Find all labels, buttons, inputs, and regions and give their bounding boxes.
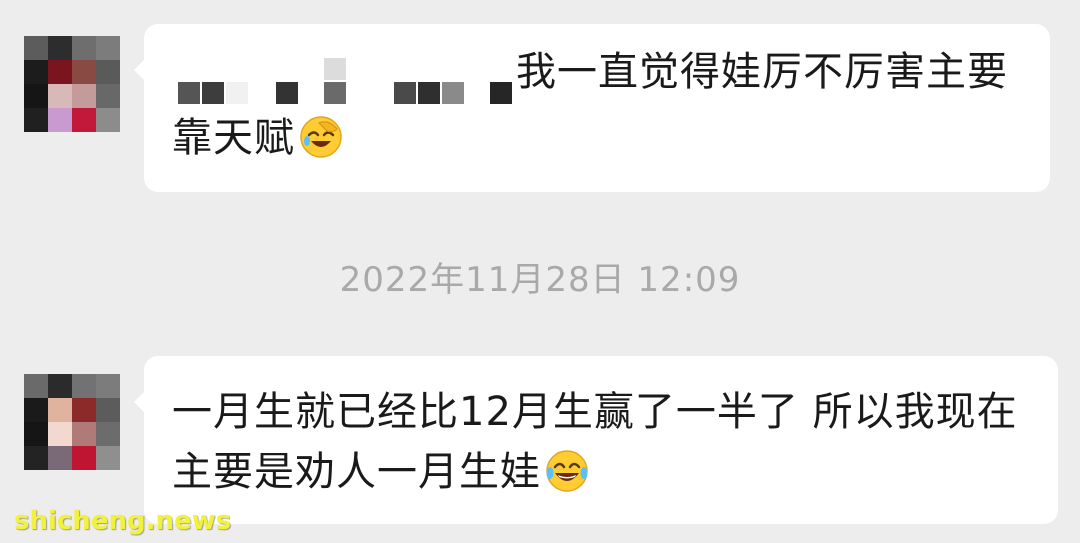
message-text-line: 主要是劝人一月生娃 [172, 446, 589, 498]
message-text: 靠天赋 [172, 115, 295, 161]
redacted-text [172, 58, 516, 106]
timestamp: 2022年11月28日 12:09 [339, 260, 741, 300]
chat-view: 我一直觉得娃厉不厉害主要 靠天赋 2022年11月28日 12:09 一月生就已… [0, 0, 1080, 543]
avatar[interactable] [24, 36, 120, 132]
message-text-line: 我一直觉得娃厉不厉害主要 [516, 49, 1008, 95]
message-text-line: 靠天赋 [172, 112, 343, 164]
avatar[interactable] [24, 374, 120, 470]
watermark: shicheng.news [14, 506, 232, 536]
message-text-line: 一月生就已经比12月生赢了一半了 所以我现在 [172, 389, 1018, 435]
message-bubble[interactable]: 我一直觉得娃厉不厉害主要 靠天赋 [134, 24, 1050, 192]
message-bubble[interactable]: 一月生就已经比12月生赢了一半了 所以我现在 主要是劝人一月生娃 [134, 356, 1058, 524]
tears-of-joy-emoji [546, 450, 588, 492]
message-text: 主要是劝人一月生娃 [172, 449, 541, 495]
face-palm-laughing-emoji [300, 116, 342, 158]
